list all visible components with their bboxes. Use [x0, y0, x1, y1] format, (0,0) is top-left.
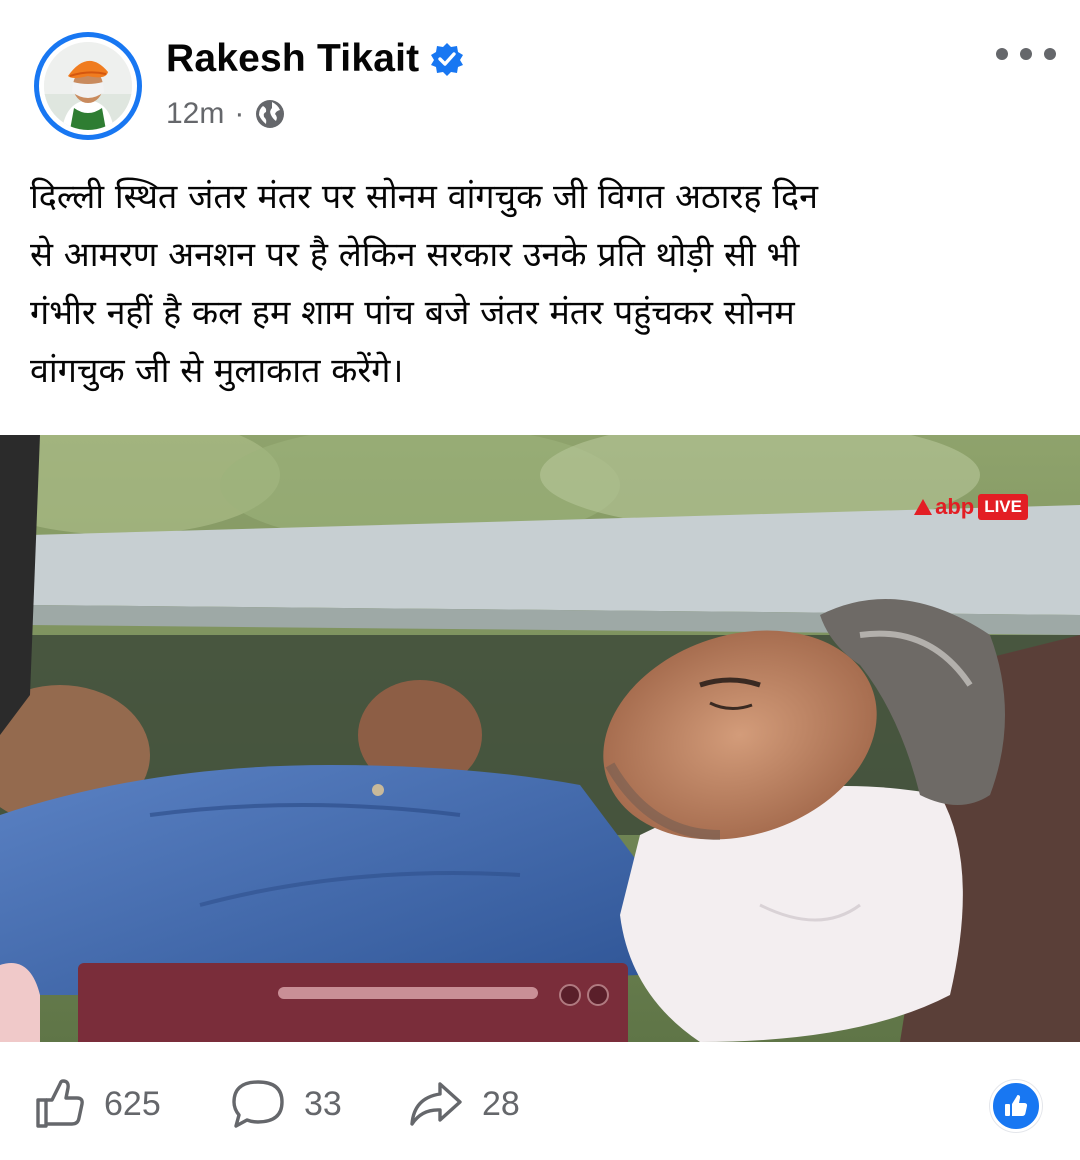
author-avatar[interactable] [34, 32, 142, 140]
abp-logo-icon [914, 499, 933, 515]
watermark-brand: abp [935, 494, 975, 519]
like-count: 625 [104, 1084, 161, 1123]
like-reaction-badge[interactable] [990, 1080, 1042, 1132]
more-dot-icon [996, 48, 1008, 60]
thumbs-up-icon [36, 1079, 84, 1128]
more-dot-icon [1044, 48, 1056, 60]
post-header: Rakesh Tikait 12m · [0, 0, 1080, 150]
post-timestamp[interactable]: 12m [166, 97, 224, 131]
thumbs-up-icon [1005, 1095, 1028, 1116]
watermark-live-badge: LIVE [978, 494, 1028, 520]
meta-separator: · [234, 97, 245, 130]
like-button[interactable]: 625 [34, 1078, 161, 1130]
share-button[interactable]: 28 [408, 1078, 520, 1130]
post-actions: 625 33 28 [0, 1060, 1080, 1150]
more-dot-icon [1020, 48, 1032, 60]
verified-badge-icon [429, 41, 465, 77]
share-count: 28 [482, 1084, 520, 1123]
comment-button[interactable]: 33 [230, 1078, 342, 1130]
comment-icon [232, 1080, 284, 1128]
share-icon [410, 1082, 462, 1126]
post-text: दिल्ली स्थित जंतर मंतर पर सोनम वांगचुक ज… [30, 177, 818, 391]
avatar-image [44, 42, 132, 130]
author-name[interactable]: Rakesh Tikait [166, 37, 419, 81]
abp-live-watermark: abp LIVE [913, 494, 1028, 520]
post-image[interactable] [0, 435, 1080, 1042]
globe-icon [254, 98, 286, 130]
more-options-button[interactable] [996, 36, 1056, 72]
comment-count: 33 [304, 1084, 342, 1123]
